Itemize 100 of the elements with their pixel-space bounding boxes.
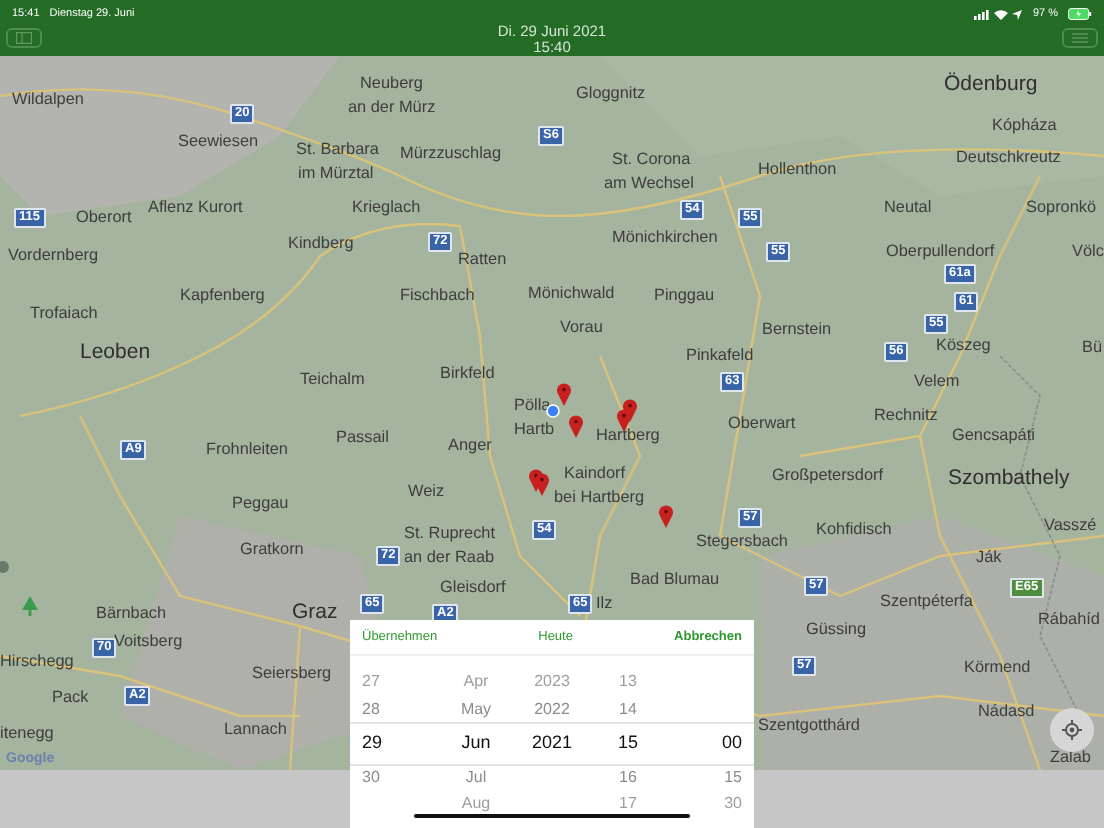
place-label: Birkfeld [440, 364, 495, 382]
place-label: Krieglach [352, 198, 421, 216]
place-label: Bernstein [762, 320, 832, 338]
place-label: am Wechsel [604, 174, 694, 192]
place-label: Körmend [964, 658, 1031, 676]
picker-option[interactable]: 15 [724, 762, 742, 790]
map-pin-icon[interactable] [658, 504, 674, 528]
place-label: Rechnitz [874, 406, 938, 424]
place-label: Oberpullendorf [886, 242, 995, 260]
place-label: Rábahíd [1038, 610, 1100, 628]
signal-icon [974, 9, 991, 19]
place-label: Bü [1082, 338, 1103, 356]
place-label: Neutal [884, 198, 932, 216]
picker-option[interactable]: Jul [465, 762, 487, 790]
place-label: Ödenburg [944, 74, 1038, 96]
place-label: im Mürztal [298, 164, 374, 182]
place-label: Gloggnitz [576, 84, 646, 102]
place-label: Bärnbach [96, 604, 167, 622]
place-label: Kaindorf [564, 464, 625, 482]
place-label: Teichalm [300, 370, 365, 388]
place-label: Vordernberg [8, 246, 99, 264]
map-marker-icon [0, 560, 10, 574]
picker-option[interactable]: 00 [721, 722, 742, 762]
picker-option[interactable]: 17 [619, 790, 637, 816]
place-label: Hirschegg [0, 652, 74, 670]
picker-option[interactable]: 2022 [534, 694, 570, 722]
picker-option[interactable]: 2021 [531, 722, 573, 762]
place-label: St. Corona [612, 150, 691, 168]
map-pin-icon[interactable] [556, 382, 572, 406]
picker-option[interactable]: Aug [461, 790, 491, 816]
place-label: Hartberg [596, 426, 660, 444]
place-label: Bad Blumau [630, 570, 720, 588]
picker-option[interactable]: 30 [724, 790, 742, 816]
sidebar-toggle-button[interactable] [6, 28, 42, 48]
map-pin-icon[interactable] [534, 472, 550, 496]
place-label: Neuberg [360, 74, 423, 92]
place-label: Pack [52, 688, 89, 706]
place-label: Trofaiach [30, 304, 98, 322]
place-label: an der Raab [404, 548, 495, 566]
place-label: itenegg [0, 724, 54, 742]
place-label: Mönichwald [528, 284, 615, 302]
park-icon [22, 596, 38, 616]
place-label: Großpetersdorf [772, 466, 884, 484]
place-label: St. Ruprecht [404, 524, 496, 542]
place-label: Kópháza [992, 116, 1057, 134]
picker-option[interactable]: 29 [362, 722, 383, 762]
place-label: Ják [976, 548, 1002, 566]
picker-option[interactable]: Jun [461, 722, 491, 762]
place-label: Kohfidisch [816, 520, 892, 538]
place-label: Gencsapáti [952, 426, 1035, 444]
place-label: Sopronkö [1026, 198, 1097, 216]
place-label: Güssing [806, 620, 867, 638]
place-label: St. Barbara [296, 140, 379, 158]
place-label: Ratten [458, 250, 507, 268]
picker-option[interactable]: May [460, 694, 492, 722]
picker-option[interactable]: 30 [362, 762, 380, 790]
place-label: Kindberg [288, 234, 354, 252]
picker-option[interactable]: 27 [362, 668, 380, 694]
place-label: Mürzzuschlag [400, 144, 502, 162]
place-label: Köszeg [936, 336, 991, 354]
map-pin-icon[interactable] [568, 414, 584, 438]
place-label: Hollenthon [758, 160, 837, 178]
place-label: Leoben [80, 342, 151, 364]
location-arrow-icon [1012, 9, 1023, 19]
place-label: Anger [448, 436, 492, 454]
picker-option[interactable]: Apr [463, 668, 489, 694]
place-label: Peggau [232, 494, 289, 512]
place-label: Pölla [514, 396, 551, 414]
picker-option[interactable]: 28 [362, 694, 380, 722]
place-label: Fischbach [400, 286, 475, 304]
picker-option[interactable]: 16 [619, 762, 637, 790]
picker-option[interactable]: 15 [617, 722, 638, 762]
place-label: Pinkafeld [686, 346, 754, 364]
place-label: Kapfenberg [180, 286, 265, 304]
location-dot-icon [546, 404, 560, 418]
place-label: Aflenz Kurort [148, 198, 243, 216]
place-label: Szentgotthárd [758, 716, 860, 734]
place-label: Seiersberg [252, 664, 332, 682]
place-label: Voitsberg [114, 632, 183, 650]
place-label: Vasszé [1044, 516, 1097, 534]
place-label: an der Mürz [348, 98, 436, 116]
crosshair-icon [1062, 720, 1082, 740]
place-label: Deutschkreutz [956, 148, 1061, 166]
battery-icon [1068, 8, 1092, 20]
map-pin-icon[interactable] [616, 408, 632, 432]
place-label: Graz [292, 602, 338, 624]
place-label: Frohnleiten [206, 440, 288, 458]
picker-option[interactable]: 13 [619, 668, 637, 694]
place-label: Oberort [76, 208, 132, 226]
place-label: Nádasd [978, 702, 1035, 720]
place-label: Zalab [1050, 748, 1091, 766]
place-label: Lannach [224, 720, 287, 738]
list-icon [1072, 32, 1088, 44]
picker-option[interactable]: 2023 [534, 668, 570, 694]
place-label: Szentpéterfa [880, 592, 973, 610]
picker-option[interactable]: 14 [619, 694, 637, 722]
place-label: Passail [336, 428, 389, 446]
sidebar-icon [16, 32, 32, 44]
place-label: Gleisdorf [440, 578, 506, 596]
wifi-icon [994, 9, 1009, 19]
